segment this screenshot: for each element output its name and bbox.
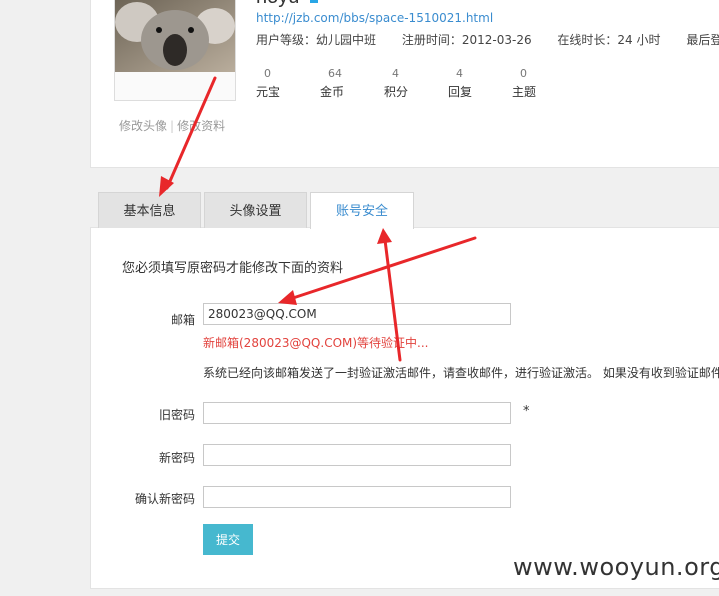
stat-topics[interactable]: 0 主题 [506, 67, 570, 100]
last-login: 最后登录 [686, 33, 719, 47]
system-message: 系统已经向该邮箱发送了一封验证激活邮件，请查收邮件，进行验证激活。 如果没有收到… [203, 366, 719, 380]
tab-basic-info[interactable]: 基本信息 [98, 192, 201, 228]
stat-value: 4 [392, 67, 399, 80]
required-mark: * [523, 404, 530, 419]
koala-avatar-image [115, 0, 235, 72]
confirm-password-field[interactable] [203, 486, 511, 508]
email-field[interactable] [203, 303, 511, 325]
stat-label: 回复 [448, 85, 473, 99]
stat-value: 64 [328, 67, 342, 80]
register-time: 注册时间：2012-03-26 [401, 33, 532, 47]
avatar[interactable] [114, 0, 236, 101]
stat-value: 0 [520, 67, 527, 80]
change-avatar-link[interactable]: 修改头像 [119, 119, 167, 133]
online-status-icon [310, 0, 318, 3]
new-password-field[interactable] [203, 444, 511, 466]
user-meta-row: 用户等级：幼儿园中班 注册时间：2012-03-26 在线时长：24 小时 最后… [256, 31, 719, 48]
user-group: 用户等级：幼儿园中班 [256, 33, 377, 47]
confirm-password-label: 确认新密码 [134, 492, 195, 506]
tab-avatar-settings[interactable]: 头像设置 [204, 192, 307, 228]
submit-button[interactable]: 提交 [203, 524, 253, 555]
stat-points[interactable]: 4 积分 [378, 67, 442, 100]
stat-label: 积分 [384, 85, 409, 99]
stat-yuanbao[interactable]: 0 元宝 [250, 67, 314, 100]
stat-coins[interactable]: 64 金币 [314, 67, 378, 100]
email-label: 邮箱 [170, 313, 195, 327]
old-password-field[interactable] [203, 402, 511, 424]
user-stats: 0 元宝 64 金币 4 积分 4 回复 0 主题 [250, 67, 570, 100]
username: hoyu [256, 0, 299, 9]
stat-value: 4 [456, 67, 463, 80]
stat-value: 0 [264, 67, 271, 80]
tab-account-security[interactable]: 账号安全 [310, 192, 414, 229]
space-url-link[interactable]: http://jzb.com/bbs/space-1510021.html [256, 11, 493, 25]
online-time: 在线时长：24 小时 [557, 33, 661, 47]
avatar-links: 修改头像 | 修改资料 [119, 117, 225, 134]
stat-replies[interactable]: 4 回复 [442, 67, 506, 100]
watermark: www.wooyun.org [513, 553, 719, 581]
stat-label: 金币 [320, 85, 345, 99]
new-password-label: 新密码 [158, 451, 195, 465]
stat-label: 主题 [512, 85, 537, 99]
link-separator: | [170, 119, 175, 133]
edit-profile-link[interactable]: 修改资料 [177, 119, 225, 133]
stat-label: 元宝 [256, 85, 281, 99]
form-notice: 您必须填写原密码才能修改下面的资料 [122, 261, 344, 276]
pending-verification-notice: 新邮箱(280023@QQ.COM)等待验证中... [203, 336, 429, 350]
old-password-label: 旧密码 [158, 408, 195, 422]
